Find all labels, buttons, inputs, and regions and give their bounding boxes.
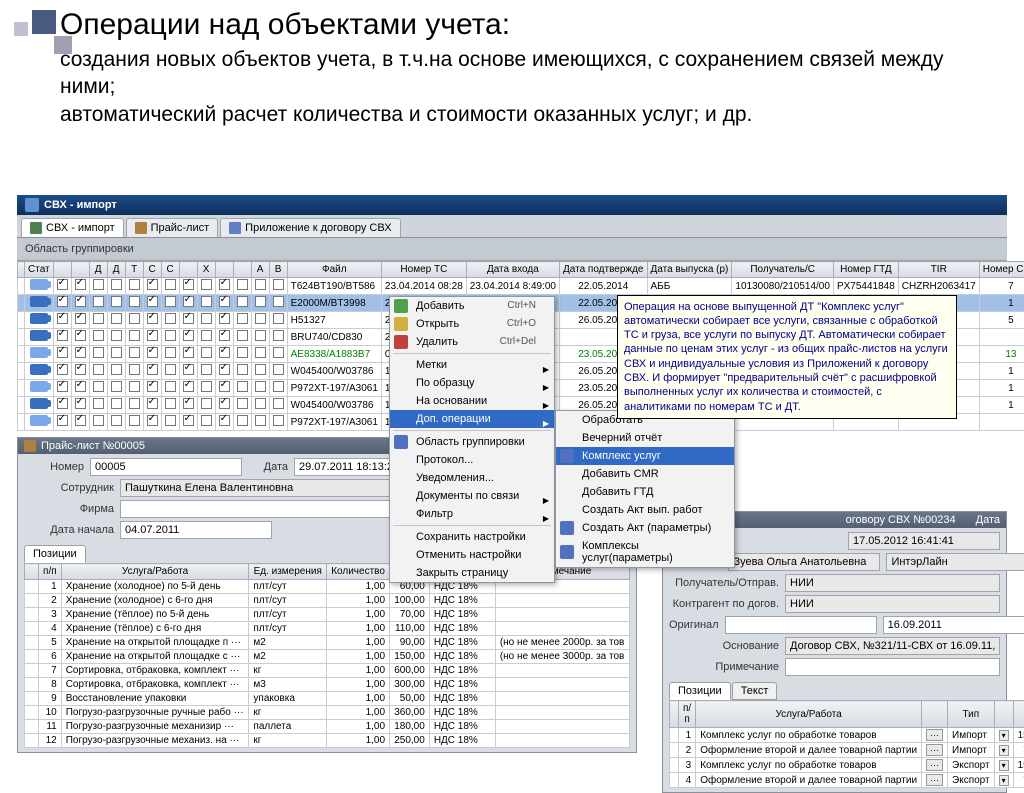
menu-item[interactable]: На основании [390,392,554,410]
ellipsis-button[interactable]: ··· [926,744,943,756]
label-start-date: Дата начала [24,524,114,536]
chevron-down-icon[interactable]: ▾ [999,760,1009,771]
tab-price-list[interactable]: Прайс-лист [126,218,219,237]
label-recipient: Получатель/Отправ. [669,577,779,589]
label-note: Примечание [669,661,779,673]
app-icon [25,198,39,212]
number-input[interactable] [90,458,242,476]
context-submenu[interactable]: ОбработатьВечерний отчётКомплекс услугДо… [555,410,735,568]
menu-item[interactable]: Протокол... [390,451,554,469]
ellipsis-button[interactable]: ··· [926,729,943,741]
window-title: СВХ - импорт [44,199,117,211]
menu-item[interactable]: Область группировки [390,433,554,451]
label-number: Номер [24,461,84,473]
menu-item[interactable]: Комплекс услуг [556,447,734,465]
menu-item[interactable]: Добавить CMR [556,465,734,483]
table-row[interactable]: 4Хранение (тёплое) с 6-го дняплт/сут1,00… [25,622,630,636]
folder-icon [24,440,36,452]
tab-annex[interactable]: Приложение к договору СВХ [220,218,400,237]
annex-note[interactable] [785,658,1000,676]
annex-orig-date[interactable] [883,616,1024,634]
table-row[interactable]: 10Погрузо-разгрузочные ручные рабо ···кг… [25,706,630,720]
doc-icon [229,222,241,234]
menu-item[interactable]: Создать Акт (параметры) [556,519,734,537]
slide-decoration [10,10,70,60]
menu-item[interactable]: По образцу [390,374,554,392]
annex-recipient[interactable] [785,574,1000,592]
chevron-down-icon[interactable]: ▾ [999,745,1009,756]
tab-svh-import[interactable]: СВХ - импорт [21,218,124,237]
tooltip-complex-services: Операция на основе выпущенной ДТ "Компле… [617,295,957,419]
table-row[interactable]: 12Погрузо-разгрузочные механиз. на ···кг… [25,734,630,748]
table-row[interactable]: 3Хранение (тёплое) по 5-й деньплт/сут1,0… [25,608,630,622]
label-date: Дата [976,514,1000,526]
house-icon [30,222,42,234]
menu-item[interactable]: Уведомления... [390,469,554,487]
menu-item[interactable]: Добавить ГТД [556,483,734,501]
menu-item[interactable]: Сохранить настройки [390,528,554,546]
annex-basis[interactable] [785,637,1000,655]
tabstrip: СВХ - импорт Прайс-лист Приложение к дог… [17,215,1007,238]
menu-item[interactable]: Закрыть страницу [390,564,554,582]
chevron-down-icon[interactable]: ▾ [999,730,1009,741]
menu-item[interactable]: ОткрытьCtrl+O [390,315,554,333]
label-counterparty: Контрагент по догов. [669,598,779,610]
price-grid[interactable]: п/пУслуга/РаботаЕд. измеренияКоличествоЦ… [24,563,630,748]
annex-employee[interactable] [728,553,880,571]
label-original: Оригинал [669,619,719,631]
annex-date-input[interactable] [848,532,1000,550]
menu-item[interactable]: Фильтр [390,505,554,523]
menu-item[interactable]: Создать Акт вып. работ [556,501,734,519]
table-row[interactable]: 4Оформление второй и далее товарной парт… [670,773,1024,788]
table-row[interactable]: 6Хранение на открытой площадке с ···м21,… [25,650,630,664]
annex-original[interactable] [725,616,877,634]
annex-grid[interactable]: п/пУслуга/РаботаТипЦенаКоли 1Комплекс ус… [669,700,1024,788]
label-date: Дата [248,461,288,473]
ellipsis-button[interactable]: ··· [926,759,943,771]
menu-item[interactable]: Вечерний отчёт [556,429,734,447]
table-row[interactable]: 9Восстановление упаковкиупаковка1,0050,0… [25,692,630,706]
menu-item[interactable]: Метки [390,356,554,374]
label-firm: Фирма [24,503,114,515]
table-row[interactable]: 1Комплекс услуг по обработке товаров···И… [670,728,1024,743]
table-row[interactable]: 2Оформление второй и далее товарной парт… [670,743,1024,758]
menu-item[interactable]: ДобавитьCtrl+N [390,297,554,315]
chevron-down-icon[interactable]: ▾ [999,775,1009,786]
tab-positions[interactable]: Позиции [669,682,731,700]
slide-subtitle-2: автоматический расчет количества и стоим… [60,101,964,128]
label-basis: Основание [669,640,779,652]
ellipsis-button[interactable]: ··· [926,774,943,786]
table-row[interactable]: 8Сортировка, отбраковка, комплект ···м31… [25,678,630,692]
slide-header: Операции над объектами учета: создания н… [0,0,1024,136]
menu-item[interactable]: УдалитьCtrl+Del [390,333,554,351]
menu-item[interactable]: Документы по связи [390,487,554,505]
table-row[interactable]: 7Сортировка, отбраковка, комплект ···кг1… [25,664,630,678]
label-employee: Сотрудник [24,482,114,494]
tab-text[interactable]: Текст [732,682,778,700]
folder-icon [135,222,147,234]
table-row[interactable]: T624BT190/BT58623.04.2014 08:2823.04.201… [18,278,1024,295]
slide-subtitle-1: создания новых объектов учета, в т.ч.на … [60,46,964,101]
group-by-bar[interactable]: Область группировки [17,238,1007,261]
menu-item[interactable]: Доп. операции [390,410,554,428]
start-date-input[interactable] [120,521,272,539]
table-row[interactable]: 2Хранение (холодное) с 6-го дняплт/сут1,… [25,594,630,608]
table-row[interactable]: 3Комплекс услуг по обработке товаров···Э… [670,758,1024,773]
window-titlebar[interactable]: СВХ - импорт [17,195,1007,215]
tab-positions[interactable]: Позиции [24,545,86,563]
menu-item[interactable]: Отменить настройки [390,546,554,564]
table-row[interactable]: 5Хранение на открытой площадке п ···м21,… [25,636,630,650]
annex-emp2[interactable] [886,553,1024,571]
context-menu[interactable]: ДобавитьCtrl+NОткрытьCtrl+OУдалитьCtrl+D… [389,296,555,583]
table-row[interactable]: 11Погрузо-разгрузочные механизир ···палл… [25,720,630,734]
slide-title: Операции над объектами учета: [60,8,964,42]
menu-item[interactable]: Комплексы услуг(параметры) [556,537,734,567]
annex-counterparty[interactable] [785,595,1000,613]
